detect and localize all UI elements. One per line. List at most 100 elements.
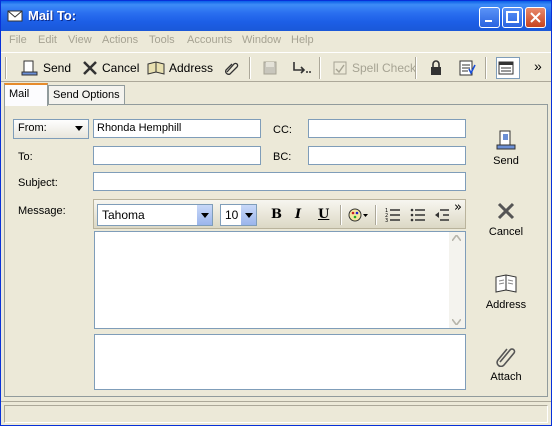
menu-actions[interactable]: Actions	[102, 34, 138, 46]
svg-text:3: 3	[385, 218, 388, 223]
cancel-x-icon	[83, 61, 97, 75]
side-address-button[interactable]: Address	[477, 273, 535, 311]
menu-edit[interactable]: Edit	[38, 34, 57, 46]
subject-field[interactable]	[93, 172, 466, 191]
to-label: To:	[18, 151, 33, 163]
tab-send-options-label: Send Options	[53, 89, 120, 101]
tab-send-options[interactable]: Send Options	[48, 85, 125, 105]
cc-label: CC:	[273, 124, 292, 136]
toolbar-spell-check-label: Spell Check	[352, 61, 417, 75]
address-book-icon	[495, 274, 517, 293]
menu-tools[interactable]: Tools	[149, 34, 175, 46]
maximize-button[interactable]	[502, 7, 523, 28]
color-palette-icon[interactable]	[347, 206, 369, 224]
from-field[interactable]: Rhonda Hemphill	[93, 119, 261, 138]
formatting-toolbar: Tahoma 10 B I U 1 2 3 »	[93, 199, 466, 229]
tab-strip: Mail Send Options	[1, 83, 551, 106]
toolbar-grip	[5, 57, 7, 79]
toolbar-separator	[415, 57, 417, 79]
font-size-dropdown-arrow[interactable]	[240, 205, 256, 225]
format-separator	[340, 205, 342, 225]
toolbar-separator	[319, 57, 321, 79]
menu-window[interactable]: Window	[242, 34, 281, 46]
bc-label: BC:	[273, 151, 292, 163]
scroll-up-arrow-icon[interactable]	[452, 235, 461, 241]
toolbar-send-label: Send	[43, 61, 72, 75]
save-disk-icon	[263, 61, 277, 75]
attachment-list-area[interactable]	[94, 334, 466, 390]
menu-accounts[interactable]: Accounts	[187, 34, 232, 46]
arrow-down-right-icon	[293, 62, 311, 74]
side-address-label: Address	[485, 299, 527, 311]
side-cancel-label: Cancel	[488, 226, 524, 238]
close-button[interactable]	[525, 7, 546, 28]
title-bar[interactable]: Mail To:	[1, 1, 551, 31]
numbered-list-icon[interactable]: 1 2 3	[385, 207, 401, 223]
paperclip-icon	[496, 348, 516, 367]
message-body-editor[interactable]	[94, 231, 466, 329]
toolbar-address-label: Address	[169, 61, 214, 75]
spell-check-icon	[333, 61, 347, 75]
toolbar-properties-button[interactable]	[458, 57, 480, 79]
underline-button[interactable]: U	[318, 207, 329, 222]
toolbar-spell-arrow-button[interactable]	[291, 57, 315, 79]
tab-mail[interactable]: Mail	[4, 83, 48, 106]
bold-button[interactable]: B	[271, 207, 282, 222]
toolbar-save-draft-button[interactable]	[262, 57, 282, 79]
menu-help[interactable]: Help	[291, 34, 314, 46]
minimize-button[interactable]	[479, 7, 500, 28]
toolbar-overflow-chevron[interactable]: »	[534, 55, 542, 77]
message-vertical-scrollbar[interactable]	[449, 232, 465, 328]
toolbar-view-button[interactable]	[496, 57, 520, 79]
scroll-down-arrow-icon[interactable]	[452, 319, 461, 325]
cc-field[interactable]	[308, 119, 466, 138]
menu-file[interactable]: File	[9, 34, 27, 46]
status-bar	[1, 401, 551, 425]
side-send-label: Send	[493, 155, 519, 167]
toolbar-send-button[interactable]: Send	[21, 57, 71, 79]
chevron-down-icon	[245, 213, 253, 218]
toolbar-cancel-button[interactable]: Cancel	[82, 57, 139, 79]
decrease-indent-icon[interactable]	[434, 207, 450, 223]
mail-to-window: Mail To: File Edit View Actions Tools Ac…	[0, 0, 552, 426]
send-icon	[21, 60, 38, 76]
cancel-x-icon	[497, 202, 515, 220]
format-separator	[375, 205, 377, 225]
message-label: Message:	[18, 205, 66, 217]
from-label: From:	[18, 122, 47, 134]
toolbar-separator	[485, 57, 487, 79]
italic-button[interactable]: I	[295, 207, 301, 222]
side-attach-label: Attach	[490, 371, 522, 383]
bc-field[interactable]	[308, 146, 466, 165]
maximize-icon	[506, 11, 519, 23]
bullet-list-icon[interactable]	[410, 207, 426, 223]
toolbar-address-button[interactable]: Address	[147, 57, 213, 79]
window-view-icon	[498, 61, 514, 75]
side-cancel-button[interactable]: Cancel	[477, 200, 535, 238]
subject-label: Subject:	[18, 177, 58, 189]
close-icon	[530, 12, 541, 23]
toolbar-cancel-label: Cancel	[102, 61, 140, 75]
menu-view[interactable]: View	[68, 34, 92, 46]
side-attach-button[interactable]: Attach	[477, 345, 535, 383]
from-dropdown-button[interactable]: From:	[13, 119, 89, 139]
format-overflow-chevron[interactable]: »	[454, 200, 462, 215]
toolbar-attach-button[interactable]	[223, 57, 243, 79]
minimize-icon	[485, 20, 492, 22]
font-name-select[interactable]: Tahoma	[97, 204, 213, 226]
main-toolbar: Send Cancel Address Spell Check »	[1, 52, 551, 82]
status-cell	[4, 405, 548, 423]
checklist-icon	[459, 60, 476, 76]
font-name-value: Tahoma	[102, 208, 145, 222]
to-field[interactable]	[93, 146, 261, 165]
toolbar-spell-check-button[interactable]: Spell Check	[332, 57, 416, 79]
toolbar-separator	[249, 57, 251, 79]
send-icon	[496, 130, 516, 150]
font-size-select[interactable]: 10	[220, 204, 257, 226]
font-name-dropdown-arrow[interactable]	[196, 205, 212, 225]
address-book-icon	[147, 61, 165, 75]
tab-mail-label: Mail	[9, 88, 30, 100]
chevron-down-icon	[75, 126, 83, 131]
side-send-button[interactable]: Send	[477, 129, 535, 167]
toolbar-security-button[interactable]	[428, 57, 448, 79]
